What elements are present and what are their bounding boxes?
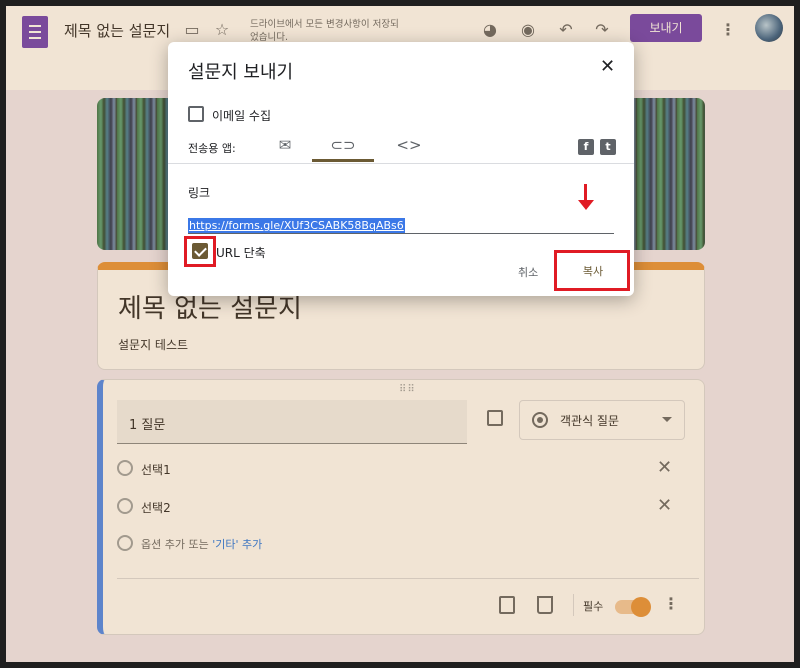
collect-email-label: 이메일 수집 <box>212 109 272 123</box>
send-via-label: 전송용 앱: <box>188 142 236 155</box>
tab-email-icon[interactable]: ✉ <box>254 132 316 162</box>
divider <box>168 163 634 164</box>
facebook-icon[interactable]: f <box>578 139 594 155</box>
send-form-dialog: 설문지 보내기 ✕ 이메일 수집 전송용 앱: ✉ ⊂⊃ <> f t 링크 h… <box>168 42 634 296</box>
link-url-text: https://forms.gle/XUf3CSABK58BqABs6 <box>188 218 405 233</box>
tab-embed-code-icon[interactable]: <> <box>378 132 440 162</box>
app-window: 제목 없는 설문지 ▭ ☆ 드라이브에서 모든 변경사항이 저장되었습니다. ◕… <box>6 6 794 662</box>
highlight-box <box>184 236 216 267</box>
link-url-field[interactable]: https://forms.gle/XUf3CSABK58BqABs6 <box>188 214 614 234</box>
shorten-url-label: URL 단축 <box>216 246 266 260</box>
close-icon[interactable]: ✕ <box>600 56 615 77</box>
annotation-arrow-head-icon <box>578 200 594 210</box>
collect-email-checkbox[interactable] <box>188 106 204 122</box>
tab-link-icon[interactable]: ⊂⊃ <box>312 132 374 162</box>
link-label: 링크 <box>188 186 211 200</box>
twitter-icon[interactable]: t <box>600 139 616 155</box>
cancel-button[interactable]: 취소 <box>518 264 538 280</box>
highlight-box <box>554 250 630 291</box>
dialog-title: 설문지 보내기 <box>188 62 294 83</box>
